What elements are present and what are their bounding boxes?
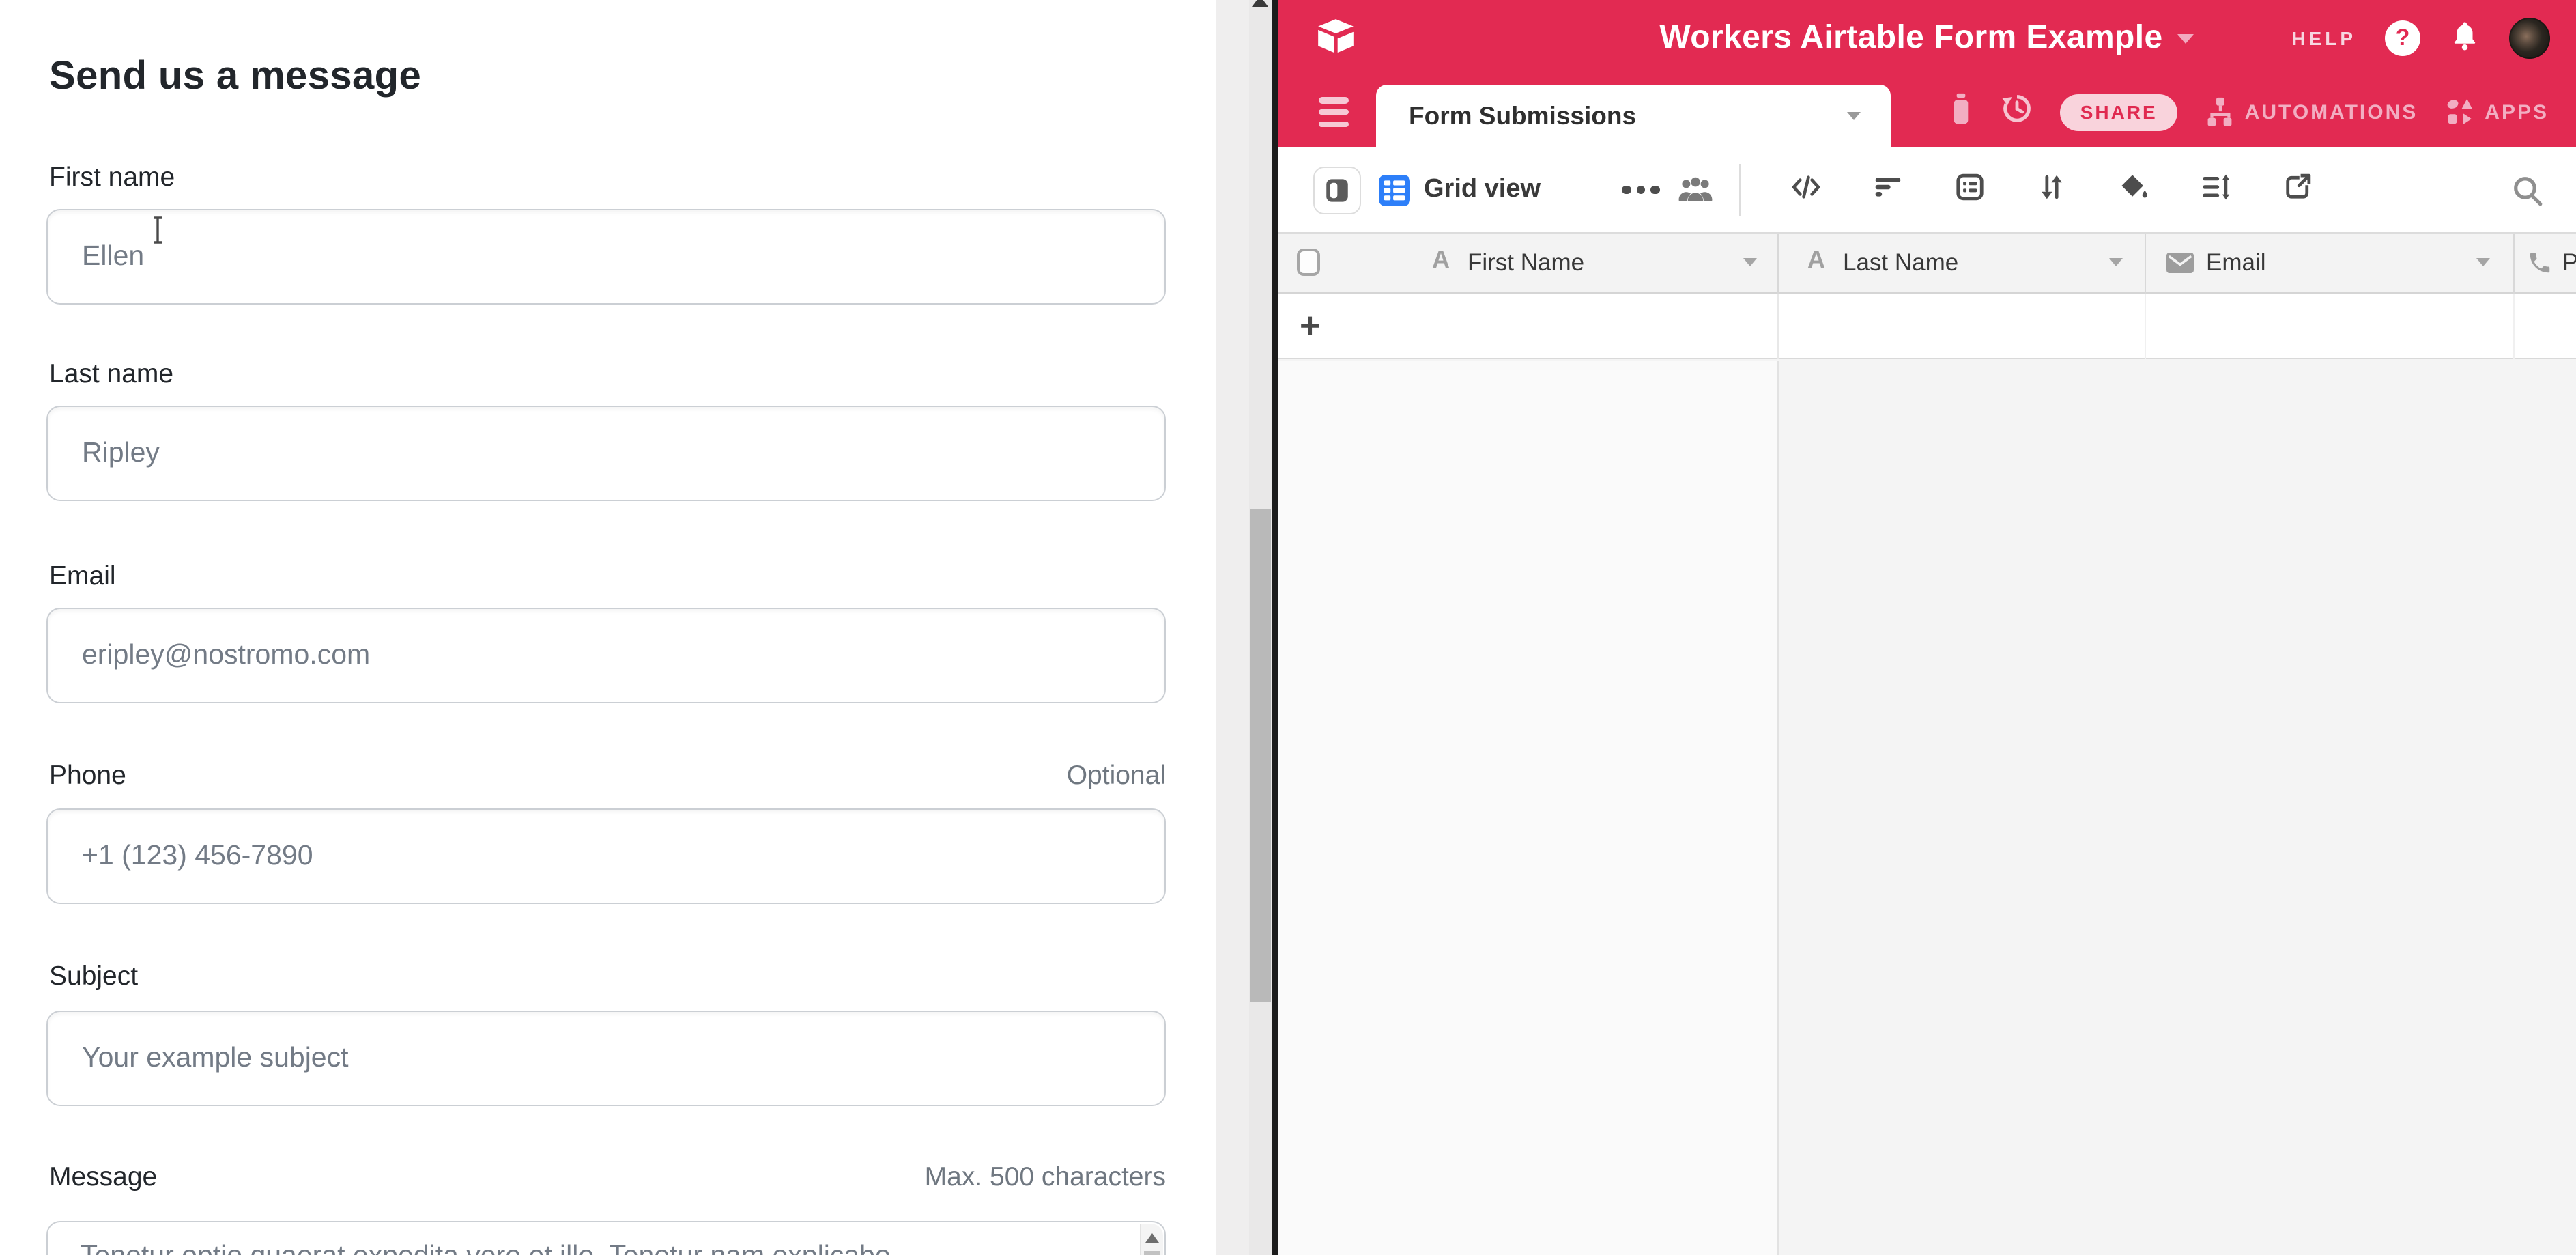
email-input[interactable] xyxy=(46,608,1166,703)
scroll-up-arrow-icon[interactable] xyxy=(1252,0,1268,7)
column-gridline xyxy=(1777,361,1779,1255)
grid-body xyxy=(1278,361,2576,1255)
message-text: Tenetur optio quaerat expedita vero et i… xyxy=(81,1240,891,1255)
automations-button[interactable]: AUTOMATIONS xyxy=(2205,97,2418,127)
last-name-input[interactable] xyxy=(46,406,1166,501)
text-field-type-icon: A xyxy=(1807,246,1825,274)
select-all-checkbox[interactable] xyxy=(1297,249,1320,276)
table-tab-bar: Form Submissions SHARE AUTOMATIONS xyxy=(1278,76,2576,147)
grid-body-first-column xyxy=(1278,361,1777,1255)
filter-icon[interactable] xyxy=(1873,171,1903,208)
color-icon[interactable] xyxy=(2119,171,2149,208)
view-options-ellipsis-icon[interactable] xyxy=(1622,147,1659,232)
view-toolbar: Grid view xyxy=(1278,147,2576,234)
window-gutter xyxy=(1216,0,1249,1255)
delete-table-icon[interactable] xyxy=(1948,93,1974,131)
help-question-icon[interactable]: ? xyxy=(2385,20,2420,56)
history-icon[interactable] xyxy=(2001,93,2033,131)
views-sidebar-toggle-button[interactable] xyxy=(1313,167,1361,214)
sort-icon[interactable] xyxy=(2037,171,2067,208)
tab-form-submissions[interactable]: Form Submissions xyxy=(1376,85,1891,147)
automations-label: AUTOMATIONS xyxy=(2245,100,2418,124)
grid-header-row: A First Name A Last Name Email xyxy=(1278,234,2576,294)
share-button[interactable]: SHARE xyxy=(2060,94,2178,130)
row-height-icon[interactable] xyxy=(2201,171,2231,208)
view-switcher[interactable]: Grid view xyxy=(1379,147,1541,232)
add-record-plus-icon[interactable]: + xyxy=(1300,305,1320,347)
hide-fields-icon[interactable] xyxy=(1791,171,1821,208)
view-name: Grid view xyxy=(1424,175,1541,205)
chevron-down-icon[interactable] xyxy=(2109,258,2123,266)
chevron-down-icon[interactable] xyxy=(2178,33,2194,43)
airtable-pane: Workers Airtable Form Example HELP ? For… xyxy=(1278,0,2576,1255)
toolbar-divider xyxy=(1739,164,1741,216)
base-title[interactable]: Workers Airtable Form Example xyxy=(1659,19,2162,57)
phone-input[interactable] xyxy=(46,808,1166,904)
message-textarea[interactable]: Tenetur optio quaerat expedita vero et i… xyxy=(46,1221,1166,1255)
last-name-label: Last name xyxy=(49,359,173,391)
collaborators-icon[interactable] xyxy=(1678,147,1713,232)
scrollbar-thumb[interactable] xyxy=(1144,1251,1160,1255)
notifications-bell-icon[interactable] xyxy=(2449,18,2480,58)
scroll-up-arrow-icon[interactable] xyxy=(1145,1233,1159,1243)
email-label: Email xyxy=(49,561,116,593)
message-label: Message xyxy=(49,1162,157,1194)
add-record-row[interactable]: + xyxy=(1278,294,2576,359)
email-field-type-icon xyxy=(2166,253,2194,280)
apps-label: APPS xyxy=(2485,100,2549,124)
grid-view-icon xyxy=(1379,174,1410,206)
left-window-scrollbar[interactable] xyxy=(1249,0,1272,1255)
subject-label: Subject xyxy=(49,961,138,993)
first-name-label: First name xyxy=(49,163,175,194)
subject-input[interactable] xyxy=(46,1011,1166,1106)
chevron-down-icon[interactable] xyxy=(1743,258,1757,266)
contact-form-pane: Send us a message First name Last name E… xyxy=(0,0,1216,1255)
message-scrollbar[interactable] xyxy=(1140,1224,1163,1255)
search-icon[interactable] xyxy=(2510,147,2545,232)
text-cursor-icon xyxy=(150,216,165,251)
form-heading: Send us a message xyxy=(49,55,421,100)
phone-field-type-icon xyxy=(2527,250,2553,283)
help-button[interactable]: HELP xyxy=(2291,27,2356,49)
scrollbar-thumb[interactable] xyxy=(1250,509,1271,1002)
group-icon[interactable] xyxy=(1955,171,1985,208)
first-name-input[interactable] xyxy=(46,209,1166,305)
grid-body-rest xyxy=(1779,361,2576,1255)
chevron-down-icon[interactable] xyxy=(2476,258,2490,266)
share-view-icon[interactable] xyxy=(2282,171,2313,208)
hamburger-menu-icon[interactable] xyxy=(1319,97,1349,127)
apps-button[interactable]: APPS xyxy=(2445,97,2549,127)
phone-label: Phone xyxy=(49,761,126,792)
text-field-type-icon: A xyxy=(1432,246,1450,274)
chevron-down-icon[interactable] xyxy=(1847,112,1861,120)
screen: Send us a message First name Last name E… xyxy=(0,0,2576,1255)
tab-label: Form Submissions xyxy=(1409,101,1636,131)
message-max-note: Max. 500 characters xyxy=(925,1162,1166,1194)
user-avatar[interactable] xyxy=(2509,18,2550,59)
airtable-topbar: Workers Airtable Form Example HELP ? xyxy=(1278,0,2576,76)
window-divider xyxy=(1272,0,1278,1255)
phone-optional-note: Optional xyxy=(1067,761,1166,792)
